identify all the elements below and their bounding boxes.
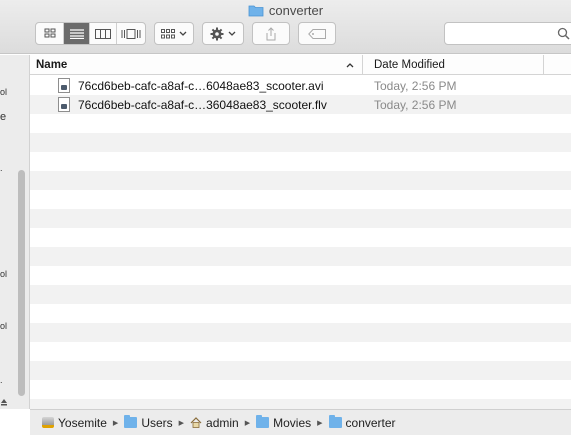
search-icon	[557, 27, 570, 40]
path-item-admin[interactable]: admin	[190, 416, 239, 430]
eject-icon[interactable]	[0, 398, 8, 406]
window-title: converter	[0, 3, 571, 18]
folder-icon	[328, 415, 342, 428]
path-separator-icon: ▶	[317, 419, 323, 427]
hard-disk-icon	[42, 417, 54, 428]
path-item-users[interactable]: Users	[124, 415, 173, 430]
path-item-label: admin	[206, 415, 239, 430]
icon-view-button[interactable]	[36, 23, 64, 44]
path-item-label: converter	[345, 415, 396, 430]
path-item-movies[interactable]: Movies	[256, 415, 312, 430]
path-item-label: Users	[141, 415, 173, 430]
file-list: 76cd6beb-cafc-a8af-c…6048ae83_scooter.av…	[30, 76, 571, 409]
toolbar: converter	[0, 0, 571, 54]
file-name: 76cd6beb-cafc-a8af-c…36048ae83_scooter.f…	[78, 98, 327, 112]
column-header-date-modified[interactable]: Date Modified	[364, 55, 544, 75]
view-switcher	[35, 22, 146, 45]
path-separator-icon: ▶	[178, 419, 185, 427]
users-folder-icon	[124, 415, 138, 428]
home-icon	[190, 417, 202, 428]
chevron-down-icon	[228, 31, 236, 36]
file-date: Today, 2:56 PM	[374, 79, 457, 93]
sidebar-item-fragment[interactable]: ol	[0, 321, 7, 331]
table-row[interactable]: 76cd6beb-cafc-a8af-c…36048ae83_scooter.f…	[30, 95, 571, 114]
file-name: 76cd6beb-cafc-a8af-c…6048ae83_scooter.av…	[78, 79, 324, 93]
path-item-yosemite[interactable]: Yosemite	[42, 416, 107, 430]
path-bar: Yosemite ▶ Users ▶ admin ▶ Movies ▶ conv…	[30, 409, 571, 435]
sidebar-item-fragment[interactable]: ol	[0, 87, 7, 97]
arrange-button[interactable]	[154, 22, 194, 45]
sidebar-scrollbar[interactable]	[18, 170, 25, 396]
path-item-label: Yosemite	[58, 415, 107, 430]
sidebar-item-fragment[interactable]: e	[0, 111, 6, 123]
window-title-text: converter	[268, 3, 324, 18]
path-item-label: Movies	[273, 415, 312, 430]
tag-button[interactable]	[298, 22, 336, 45]
icon-view-icon	[44, 28, 55, 38]
share-icon	[266, 26, 276, 40]
column-header-name-label: Name	[36, 59, 68, 71]
table-row[interactable]: 76cd6beb-cafc-a8af-c…6048ae83_scooter.av…	[30, 76, 571, 95]
path-item-converter[interactable]: converter	[328, 415, 396, 430]
movies-folder-icon	[256, 415, 270, 428]
gear-icon	[210, 27, 224, 40]
column-header-name[interactable]: Name	[30, 55, 363, 75]
sidebar: ol e . ol ol .	[0, 55, 30, 409]
column-header-date-label: Date Modified	[374, 59, 445, 71]
path-separator-icon: ▶	[244, 419, 251, 427]
list-view-button[interactable]	[64, 23, 90, 44]
share-button[interactable]	[252, 22, 290, 45]
video-file-icon	[58, 97, 70, 112]
file-date: Today, 2:56 PM	[374, 98, 457, 112]
list-view-icon	[69, 28, 84, 39]
sidebar-item-fragment[interactable]: .	[0, 163, 3, 173]
cover-flow-icon	[121, 28, 141, 39]
sidebar-item-fragment[interactable]: ol	[0, 269, 7, 279]
tag-icon	[308, 28, 326, 39]
action-button[interactable]	[202, 22, 244, 45]
column-headers: Name Date Modified	[30, 55, 571, 75]
video-file-icon	[58, 78, 70, 93]
search-field[interactable]	[444, 22, 571, 45]
folder-icon	[248, 4, 264, 17]
column-view-button[interactable]	[90, 23, 117, 44]
arrange-icon	[161, 28, 175, 38]
sidebar-item-fragment[interactable]: .	[0, 375, 3, 385]
cover-flow-button[interactable]	[117, 23, 145, 44]
chevron-down-icon	[179, 31, 187, 36]
column-view-icon	[95, 28, 111, 39]
path-separator-icon: ▶	[112, 419, 119, 427]
